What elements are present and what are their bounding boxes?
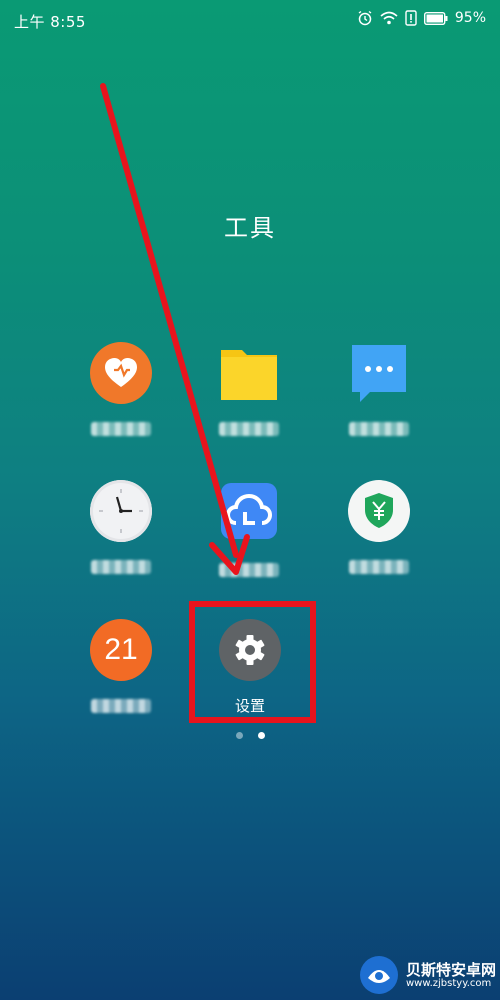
page-dot-active[interactable] [258, 732, 265, 739]
page-dot[interactable] [236, 732, 243, 739]
watermark: 贝斯特安卓网 www.zjbstyy.com [358, 954, 496, 996]
red-arrow-annotation [100, 83, 250, 575]
watermark-logo-icon [359, 956, 398, 994]
page-indicator [236, 732, 265, 739]
watermark-text: 贝斯特安卓网 [405, 960, 496, 979]
watermark-url: www.zjbstyy.com [405, 977, 492, 989]
